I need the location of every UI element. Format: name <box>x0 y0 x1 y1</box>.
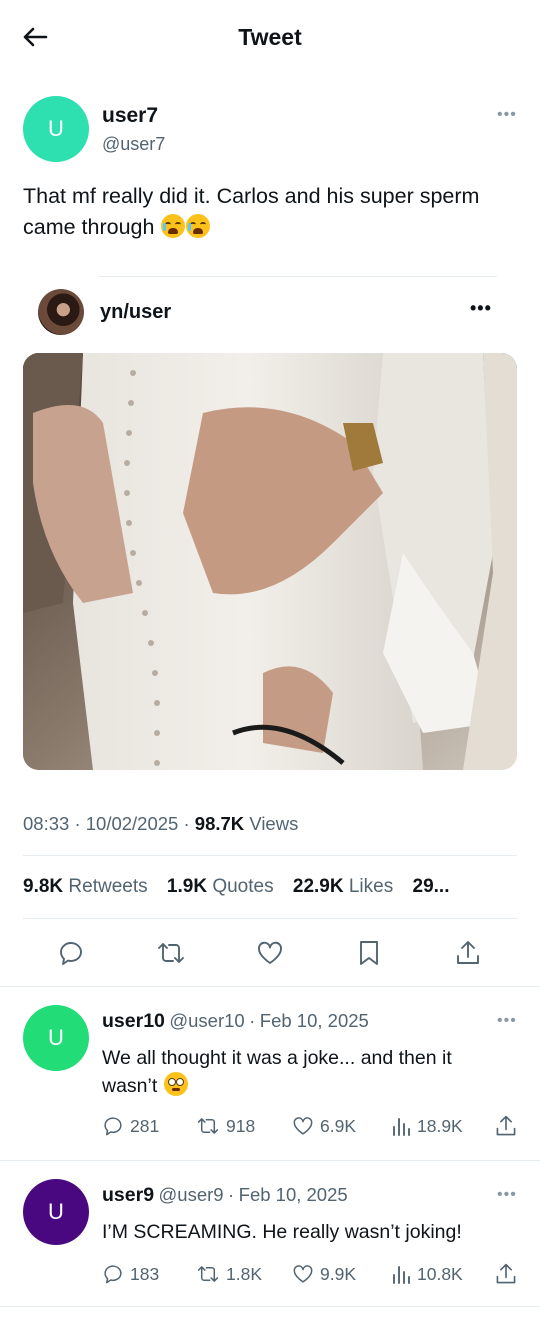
more-options-icon[interactable]: ••• <box>497 1186 517 1204</box>
reply-count: 183 <box>130 1263 160 1284</box>
reply-text-body: We all thought it was a joke... and then… <box>102 1047 452 1097</box>
reply-author-name[interactable]: user9 <box>102 1184 154 1206</box>
quotes-stat[interactable]: 1.9K Quotes <box>167 876 288 897</box>
separator: · <box>228 1184 235 1205</box>
embed-avatar[interactable] <box>38 289 84 335</box>
like-icon[interactable] <box>254 937 286 969</box>
reply-author-name[interactable]: user10 <box>102 1010 165 1032</box>
retweet-count: 918 <box>226 1115 256 1136</box>
avatar[interactable]: U <box>23 1179 89 1245</box>
retweet-button[interactable]: 918 <box>196 1115 255 1137</box>
views-chart-icon <box>393 1118 410 1136</box>
page-title: Tweet <box>238 24 302 50</box>
views-button[interactable]: 10.8K <box>391 1263 463 1285</box>
reply-count: 281 <box>130 1115 160 1136</box>
embed-more-options-icon[interactable]: ••• <box>470 298 492 319</box>
reply-date: Feb 10, 2025 <box>238 1184 348 1205</box>
retweet-icon[interactable] <box>155 937 187 969</box>
tweet-time: 08:33 <box>23 813 70 834</box>
like-button[interactable]: 6.9K <box>292 1115 356 1137</box>
reply-icon <box>104 1265 122 1284</box>
author-handle[interactable]: @user7 <box>102 134 165 155</box>
reply-header: user10 @user10 · Feb 10, 2025 <box>102 1010 369 1033</box>
divider <box>0 1306 540 1307</box>
share-button[interactable] <box>494 1114 518 1138</box>
tweet-date: 10/02/2025 <box>85 813 179 834</box>
separator: · <box>183 813 190 834</box>
retweets-label: Retweets <box>68 876 148 897</box>
reply-header: user9 @user9 · Feb 10, 2025 <box>102 1184 348 1207</box>
retweet-count: 1.8K <box>226 1263 262 1284</box>
like-icon <box>293 1117 313 1135</box>
like-count: 6.9K <box>320 1115 356 1136</box>
like-icon <box>293 1265 313 1283</box>
flushed-face-icon <box>163 1072 188 1096</box>
embed-author-name[interactable]: yn/user <box>100 301 171 324</box>
share-icon <box>496 1115 516 1136</box>
tweet-text: That mf really did it. Carlos and his su… <box>23 181 523 243</box>
quotes-count: 1.9K <box>166 876 208 897</box>
loudly-crying-face-icon <box>161 214 186 238</box>
reply-button[interactable]: 183 <box>102 1263 159 1285</box>
author-name[interactable]: user7 <box>102 104 158 128</box>
reply-text: I’M SCREAMING. He really wasn’t joking! <box>102 1221 462 1243</box>
reply-button[interactable]: 281 <box>102 1115 159 1137</box>
views-count: 10.8K <box>417 1263 463 1284</box>
reply-icon[interactable] <box>55 937 87 969</box>
more-options-icon[interactable]: ••• <box>497 1012 517 1030</box>
reply-author-handle[interactable]: @user10 <box>169 1010 244 1031</box>
more-options-icon[interactable]: ••• <box>497 106 517 124</box>
reply-author-handle[interactable]: @user9 <box>159 1184 224 1205</box>
quotes-label: Quotes <box>212 876 274 897</box>
likes-label: Likes <box>348 876 394 897</box>
reply-date: Feb 10, 2025 <box>259 1010 369 1031</box>
divider <box>0 986 540 987</box>
retweet-icon <box>197 1118 219 1134</box>
share-button[interactable] <box>494 1262 518 1286</box>
bookmarks-count: 29... <box>412 876 450 897</box>
views-label: Views <box>249 813 299 834</box>
views-count: 98.7K <box>194 813 245 834</box>
reply-icon <box>104 1117 122 1136</box>
share-icon <box>496 1263 516 1284</box>
share-icon[interactable] <box>452 937 484 969</box>
retweet-button[interactable]: 1.8K <box>196 1263 262 1285</box>
likes-count: 22.9K <box>292 876 344 897</box>
divider <box>23 918 517 919</box>
separator: · <box>249 1010 256 1031</box>
reply-text: We all thought it was a joke... and then… <box>102 1044 512 1100</box>
like-count: 9.9K <box>320 1263 356 1284</box>
like-button[interactable]: 9.9K <box>292 1263 356 1285</box>
retweets-stat[interactable]: 9.8K Retweets <box>23 876 162 897</box>
views-count: 18.9K <box>417 1115 463 1136</box>
loudly-crying-face-icon <box>186 214 211 238</box>
divider <box>99 276 497 277</box>
tweet-stats: 9.8K Retweets 1.9K Quotes 22.9K Likes 29… <box>23 876 449 898</box>
bookmarks-stat[interactable]: 29... <box>413 876 450 897</box>
tweet-media-photo[interactable] <box>23 353 517 770</box>
likes-stat[interactable]: 22.9K Likes <box>293 876 407 897</box>
divider <box>0 1160 540 1161</box>
views-chart-icon <box>393 1266 410 1284</box>
separator: · <box>74 813 81 834</box>
avatar[interactable]: U <box>23 1005 89 1071</box>
tweet-text-body: That mf really did it. Carlos and his su… <box>23 184 480 239</box>
tweet-meta: 08:33 · 10/02/2025 · 98.7K Views <box>23 813 298 835</box>
divider <box>23 855 517 856</box>
bookmark-icon[interactable] <box>353 937 385 969</box>
views-button[interactable]: 18.9K <box>391 1115 463 1137</box>
retweets-count: 9.8K <box>23 876 64 897</box>
retweet-icon <box>197 1266 219 1282</box>
avatar[interactable]: U <box>23 96 89 162</box>
